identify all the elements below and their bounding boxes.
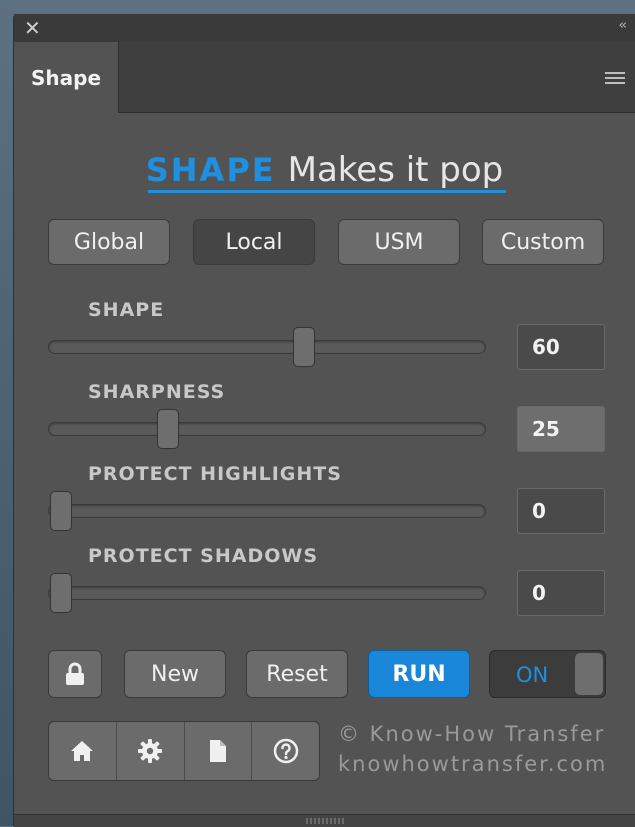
icon-toolbar [48,721,320,781]
protect-shadows-thumb[interactable] [50,573,72,613]
on-off-toggle[interactable]: ON [489,650,606,698]
sharpness-slider-label: SHARPNESS [88,381,226,403]
tab-bar: Shape [14,42,635,113]
toggle-state-label: ON [516,663,549,687]
protect-shadows-value-field[interactable]: 0 [517,570,605,616]
shape-slider-thumb[interactable] [293,327,316,367]
gear-icon [138,739,163,763]
reset-button[interactable]: Reset [246,650,348,698]
new-button[interactable]: New [124,650,226,698]
global-mode-button[interactable]: Global [48,219,170,265]
protect-highlights-slider[interactable] [48,491,486,531]
protect-highlights-value-field[interactable]: 0 [517,488,605,534]
protect-shadows-label: PROTECT SHADOWS [88,545,319,567]
brand-title: SHAPE [145,151,276,189]
run-button[interactable]: RUN [368,650,470,698]
help-button[interactable] [252,722,319,780]
document-button[interactable] [185,722,253,780]
panel-bottom-bar [14,814,635,827]
sharpness-slider[interactable] [48,409,486,449]
shape-panel: ✕ ‹‹ Shape SHAPE Makes it pop Global Loca… [14,14,635,827]
collapse-icon[interactable]: ‹‹ [619,18,628,33]
protect-highlights-label: PROTECT HIGHLIGHTS [88,463,342,485]
shape-slider-label: SHAPE [88,299,165,321]
copyright-text: © Know-How Transfer [338,722,606,746]
shape-slider[interactable] [48,327,486,367]
usm-mode-button[interactable]: USM [338,219,460,265]
shape-value-field[interactable]: 60 [517,324,605,370]
help-icon [273,738,298,764]
protect-shadows-slider[interactable] [48,573,486,613]
home-button[interactable] [49,722,117,780]
tab-shape[interactable]: Shape [14,42,119,113]
settings-button[interactable] [117,722,185,780]
sharpness-value-field[interactable]: 25 [517,406,605,452]
menu-icon[interactable] [605,72,625,86]
local-mode-button[interactable]: Local [193,219,315,265]
document-icon [209,740,226,762]
header-underline [148,190,506,193]
close-icon[interactable]: ✕ [24,16,41,40]
panel-titlebar: ✕ ‹‹ [14,14,635,42]
resize-grip[interactable] [306,818,346,824]
custom-mode-button[interactable]: Custom [482,219,604,265]
tagline: Makes it pop [287,150,504,190]
toggle-knob [575,653,603,695]
panel-header: SHAPE Makes it pop [14,150,635,190]
sharpness-slider-thumb[interactable] [157,409,180,449]
lock-button[interactable] [48,650,102,698]
lock-icon [66,662,84,685]
protect-highlights-thumb[interactable] [50,491,72,531]
home-icon [71,741,94,761]
website-link[interactable]: knowhowtransfer.com [338,752,607,776]
